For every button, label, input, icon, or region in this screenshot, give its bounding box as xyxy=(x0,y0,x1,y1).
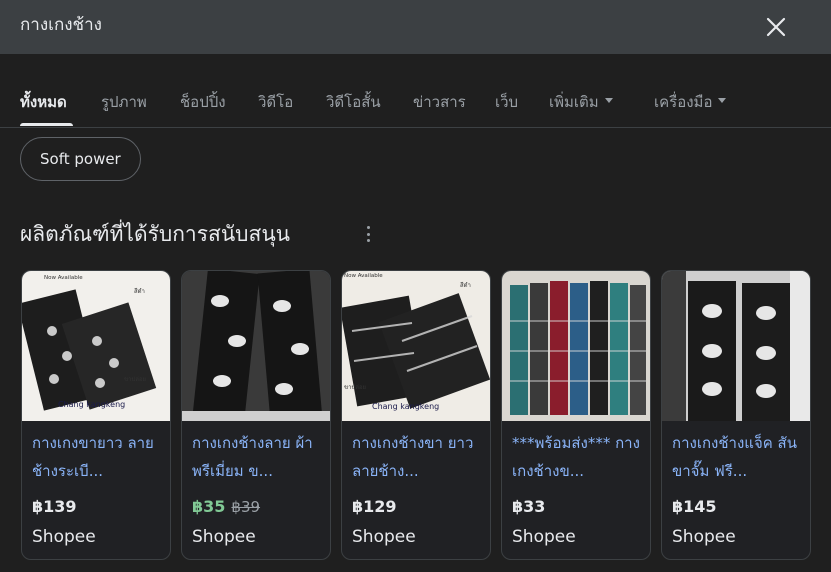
tab-tools-label: เครื่องมือ xyxy=(654,93,713,111)
product-image: Now Available สีดำ ขาปล่อย Chang kangken… xyxy=(342,271,490,421)
product-card[interactable]: กางเกงช้างแจ็ค สันขาจั๊ม ฟรี... ฿145 Sho… xyxy=(661,270,811,560)
active-tab-indicator xyxy=(20,123,73,126)
tab-more-label: เพิ่มเติม xyxy=(549,93,599,111)
product-price: ฿35 xyxy=(192,497,226,516)
product-image xyxy=(662,271,810,421)
product-price: ฿33 xyxy=(512,497,546,516)
tab-web[interactable]: เว็บ xyxy=(495,90,518,114)
tab-news[interactable]: ข่าวสาร xyxy=(413,90,466,114)
product-seller: Shopee xyxy=(352,527,416,547)
price-row: ฿145 xyxy=(672,497,717,516)
tab-short-videos[interactable]: วิดีโอสั้น xyxy=(326,90,381,114)
image-text: ขาปล่อย xyxy=(124,376,146,383)
image-text: สีดำ xyxy=(134,287,145,295)
price-row: ฿35 ฿39 xyxy=(192,497,260,516)
product-price: ฿145 xyxy=(672,497,717,516)
more-vert-icon[interactable] xyxy=(362,224,374,244)
product-title[interactable]: กางเกงขายาว ลายช้างระเบี... xyxy=(32,429,164,485)
product-card[interactable]: Now Available สีดำ ขาปล่อย Chang kangken… xyxy=(21,270,171,560)
product-seller: Shopee xyxy=(32,527,96,547)
price-row: ฿129 xyxy=(352,497,397,516)
chip-label: Soft power xyxy=(40,150,121,168)
price-row: ฿139 xyxy=(32,497,77,516)
product-title[interactable]: กางเกงช้างแจ็ค สันขาจั๊ม ฟรี... xyxy=(672,429,804,485)
chevron-down-icon xyxy=(718,98,727,103)
product-old-price: ฿39 xyxy=(231,498,261,516)
product-price: ฿139 xyxy=(32,497,77,516)
product-title[interactable]: กางเกงช้างขา ยาว ลายช้าง... xyxy=(352,429,484,485)
product-seller: Shopee xyxy=(672,527,736,547)
search-query[interactable]: กางเกงช้าง xyxy=(20,11,102,38)
tab-all[interactable]: ทั้งหมด xyxy=(20,90,67,114)
image-text: Chang kangkeng xyxy=(372,402,439,411)
product-title[interactable]: กางเกงช้างลาย ผ้าพรีเมี่ยม ข... xyxy=(192,429,324,485)
tab-tools[interactable]: เครื่องมือ xyxy=(654,90,727,114)
close-icon[interactable] xyxy=(761,12,791,42)
product-seller: Shopee xyxy=(512,527,576,547)
tab-more[interactable]: เพิ่มเติม xyxy=(549,90,613,114)
product-image xyxy=(182,271,330,421)
image-text: Chang kangkeng xyxy=(58,400,125,409)
image-text: Now Available xyxy=(344,273,383,279)
chevron-down-icon xyxy=(604,98,613,103)
sponsored-products-title: ผลิตภัณฑ์ที่ได้รับการสนับสนุน xyxy=(20,222,291,246)
search-tabs: ทั้งหมด รูปภาพ ช็อปปิ้ง วิดีโอ วิดีโอสั้… xyxy=(0,76,831,128)
product-title[interactable]: ***พร้อมส่ง*** กางเกงช้างข... xyxy=(512,429,644,485)
tab-images[interactable]: รูปภาพ xyxy=(101,90,147,114)
image-text: Now Available xyxy=(44,275,83,281)
product-image xyxy=(502,271,650,421)
product-card[interactable]: ***พร้อมส่ง*** กางเกงช้างข... ฿33 Shopee xyxy=(501,270,651,560)
product-image: Now Available สีดำ ขาปล่อย Chang kangken… xyxy=(22,271,170,421)
soft-power-chip[interactable]: Soft power xyxy=(20,137,141,181)
product-seller: Shopee xyxy=(192,527,256,547)
product-card[interactable]: Now Available สีดำ ขาปล่อย Chang kangken… xyxy=(341,270,491,560)
product-price: ฿129 xyxy=(352,497,397,516)
product-card[interactable]: กางเกงช้างลาย ผ้าพรีเมี่ยม ข... ฿35 ฿39 S… xyxy=(181,270,331,560)
search-bar[interactable]: กางเกงช้าง xyxy=(0,0,831,54)
image-text: ขาปล่อย xyxy=(344,384,366,391)
image-text: สีดำ xyxy=(460,281,471,289)
tab-shopping[interactable]: ช็อปปิ้ง xyxy=(180,90,226,114)
price-row: ฿33 xyxy=(512,497,545,516)
tab-videos[interactable]: วิดีโอ xyxy=(258,90,293,114)
